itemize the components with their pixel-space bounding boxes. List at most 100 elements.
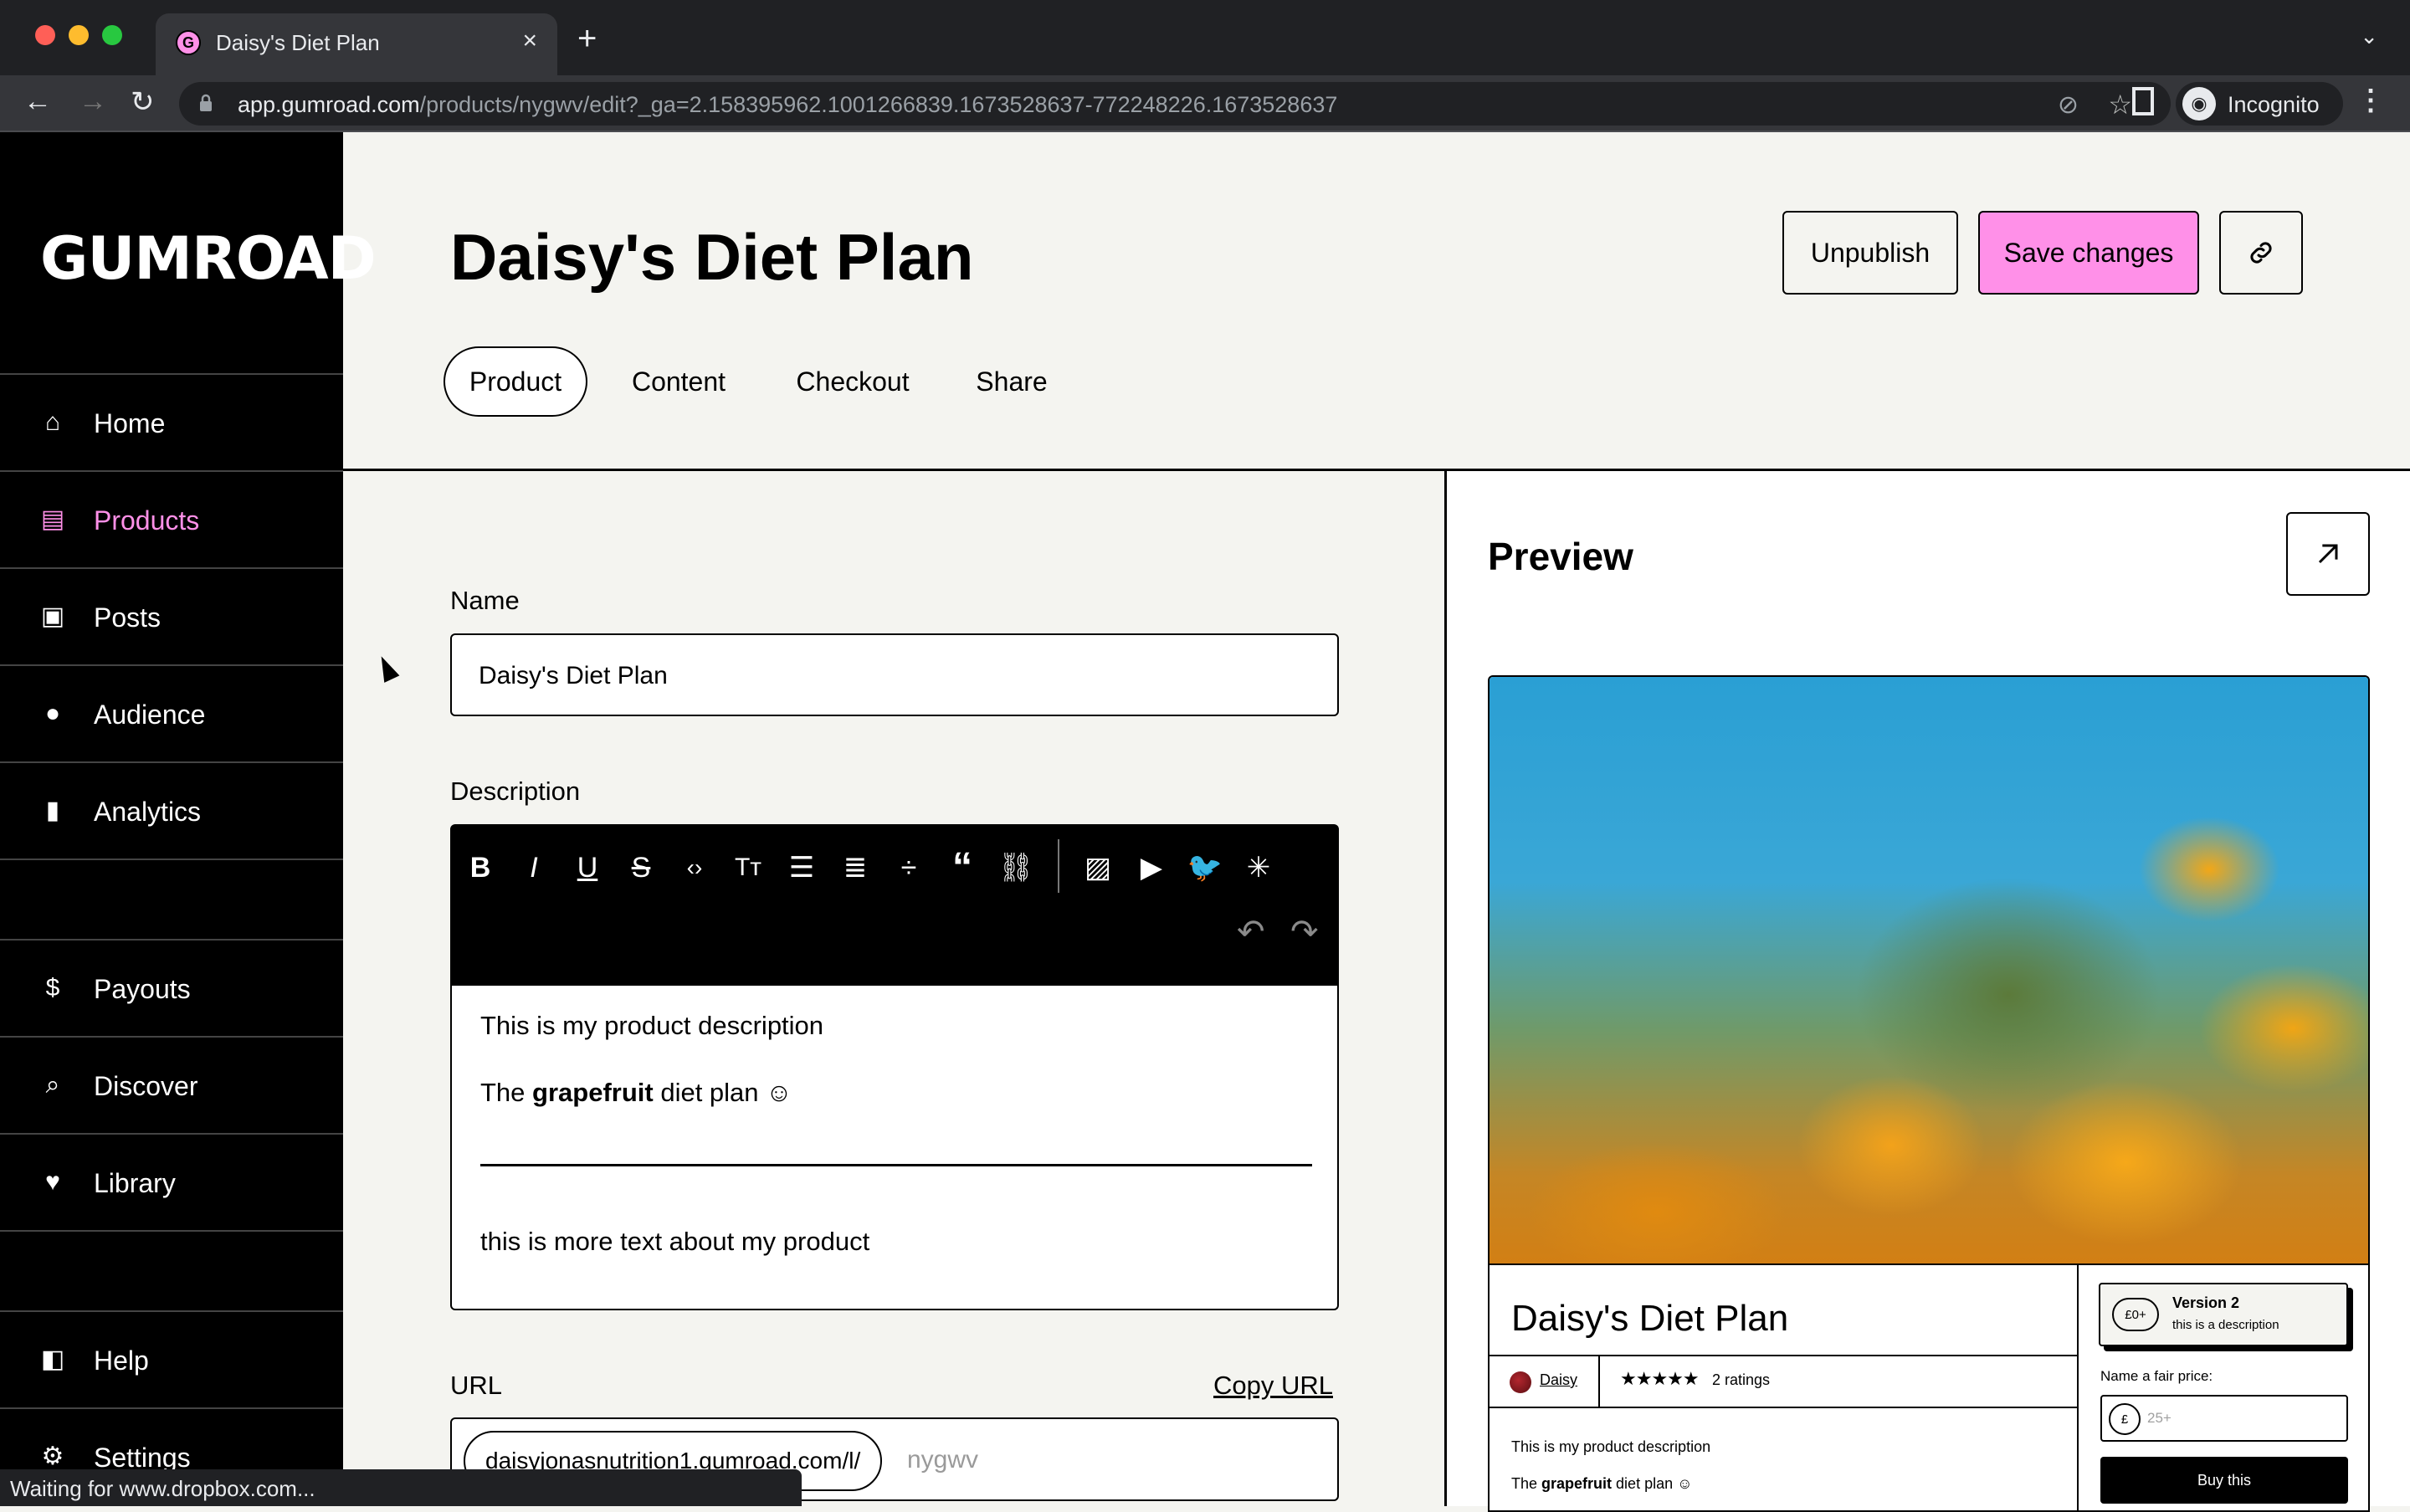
numbered-list-icon[interactable]: ≣ (837, 849, 874, 886)
store-icon: ⌂ (44, 408, 61, 436)
description-editor[interactable]: This is my product description The grape… (450, 986, 1339, 1310)
sidebar-item-posts[interactable]: ▣ Posts (0, 567, 343, 664)
sidebar-item-label: Library (94, 1168, 176, 1198)
description-paragraph: The grapefruit diet plan ☺ (480, 1078, 792, 1108)
sidebar-item-discover[interactable]: ⌕ Discover (0, 1036, 343, 1133)
sidebar-item-products[interactable]: ▤ Products (0, 470, 343, 567)
sidebar-item-label: Audience (94, 700, 206, 730)
sidebar-item-help[interactable]: ◧ Help (0, 1310, 343, 1407)
window-close-button[interactable] (35, 25, 55, 45)
back-arrow-icon[interactable]: ← (23, 85, 52, 118)
people-icon: ● (44, 700, 61, 727)
divider (2077, 1265, 2079, 1510)
product-preview-card: Daisy's Diet Plan Daisy ★★★★★ 2 ratings … (1488, 675, 2370, 1512)
image-icon[interactable]: ▨ (1079, 849, 1116, 886)
reload-icon[interactable]: ↻ (131, 85, 155, 119)
sidebar-item-audience[interactable]: ● Audience (0, 664, 343, 761)
creator-link[interactable]: Daisy (1540, 1371, 1577, 1389)
twitter-icon[interactable]: 🐦 (1187, 849, 1223, 886)
undo-icon[interactable]: ↶ (1237, 913, 1265, 951)
version-price-pill: £0+ (2112, 1298, 2159, 1331)
tab-title: Daisy's Diet Plan (216, 30, 380, 55)
strikethrough-icon[interactable]: S (623, 849, 659, 886)
window-minimize-button[interactable] (69, 25, 89, 45)
bullet-list-icon[interactable]: ☰ (783, 849, 820, 886)
tab-product[interactable]: Product (444, 346, 587, 417)
code-icon[interactable]: ‹› (676, 849, 713, 886)
link-icon[interactable]: ⛓ (997, 849, 1034, 886)
unpublish-button[interactable]: Unpublish (1782, 211, 1958, 295)
window-zoom-button[interactable] (102, 25, 122, 45)
tab-close-icon[interactable]: × (522, 27, 537, 55)
toolbar-separator (1058, 839, 1059, 893)
gumroad-favicon-icon: G (176, 30, 201, 55)
gumroad-logo[interactable]: GUMROAD (40, 224, 377, 293)
preview-product-title: Daisy's Diet Plan (1511, 1298, 1789, 1339)
sidebar-item-label: Posts (94, 602, 162, 633)
name-label: Name (450, 586, 520, 615)
arrow-up-right-icon (2318, 544, 2338, 564)
version-description: this is a description (2172, 1318, 2279, 1332)
redo-icon[interactable]: ↷ (1290, 913, 1319, 951)
sidebar-item-label: Discover (94, 1071, 198, 1101)
gear-icon: ⚙ (41, 1443, 64, 1470)
url-text[interactable]: app.gumroad.com/products/nygwv/edit?_ga=… (238, 92, 1337, 118)
quote-icon[interactable]: “ (944, 848, 981, 888)
text-run: diet plan ☺ (1612, 1475, 1693, 1492)
forward-arrow-icon[interactable]: → (79, 85, 107, 118)
version-option[interactable]: £0+ Version 2 this is a description (2099, 1283, 2348, 1346)
name-input[interactable]: Daisy's Diet Plan (450, 633, 1339, 716)
sidebar-item-home[interactable]: ⌂ Home (0, 373, 343, 470)
copy-url-link[interactable]: Copy URL (1213, 1371, 1333, 1401)
copy-link-button[interactable] (2219, 211, 2303, 295)
document-icon: ▣ (40, 602, 65, 630)
horizontal-rule (480, 1164, 1312, 1166)
eye-off-icon[interactable]: ⊘ (2058, 90, 2079, 120)
browser-tab[interactable]: G Daisy's Diet Plan × (156, 13, 557, 75)
divider (1490, 1355, 2077, 1356)
text-size-icon[interactable]: Tт (730, 849, 767, 886)
underline-icon[interactable]: U (569, 849, 606, 886)
creator-avatar (1510, 1371, 1531, 1393)
sidebar-item-analytics[interactable]: ▮ Analytics (0, 761, 343, 859)
tab-search-chevron-icon[interactable]: ⌄ (2360, 23, 2378, 49)
sidebar-spacer (0, 859, 343, 939)
open-preview-button[interactable] (2286, 512, 2370, 596)
video-icon[interactable]: ▶ (1133, 849, 1170, 886)
sidebar-item-label: Payouts (94, 974, 191, 1004)
text-run: diet plan ☺ (653, 1078, 792, 1107)
preview-description-line: This is my product description (1511, 1438, 1711, 1455)
browser-menu-icon[interactable]: ⋮ (2356, 84, 2385, 117)
sidebar-spacer (0, 1230, 343, 1310)
bookmark-star-icon[interactable]: ☆ (2108, 89, 2132, 120)
sidebar-item-payouts[interactable]: $ Payouts (0, 939, 343, 1036)
cover-image-poppies (1490, 677, 2368, 1265)
version-name: Version 2 (2172, 1294, 2240, 1311)
bold-icon[interactable]: B (462, 849, 499, 886)
bar-chart-icon: ▮ (45, 797, 60, 824)
rating-count: 2 ratings (1712, 1371, 1771, 1388)
sidebar-item-library[interactable]: ♥ Library (0, 1133, 343, 1230)
name-input-value: Daisy's Diet Plan (479, 662, 668, 689)
italic-icon[interactable]: I (515, 849, 552, 886)
horizontal-rule-icon[interactable]: ÷ (890, 849, 927, 886)
save-changes-button[interactable]: Save changes (1978, 211, 2199, 295)
new-tab-button[interactable]: + (577, 20, 597, 58)
link-icon (2250, 242, 2272, 264)
side-panel-icon[interactable] (2132, 87, 2154, 115)
tab-share[interactable]: Share (954, 346, 1069, 417)
tab-checkout[interactable]: Checkout (778, 346, 927, 417)
bold-text-run: grapefruit (1541, 1475, 1613, 1492)
url-label: URL (450, 1371, 503, 1400)
incognito-profile-button[interactable]: ◉ Incognito (2176, 82, 2343, 126)
bookmark-heart-icon: ♥ (45, 1168, 60, 1196)
address-bar[interactable]: app.gumroad.com/products/nygwv/edit?_ga=… (179, 82, 2171, 126)
tab-content[interactable]: Content (611, 346, 746, 417)
rich-text-toolbar: B I U S ‹› Tт ☰ ≣ ÷ “ ⛓ ▨ ▶ 🐦 ✳ ↶ ↷ (450, 824, 1339, 986)
url-slug-placeholder: nygwv (907, 1446, 979, 1474)
buy-this-button[interactable]: Buy this (2100, 1457, 2348, 1504)
fair-price-input[interactable]: £ 25+ (2100, 1395, 2348, 1442)
sidebar-item-label: Home (94, 408, 166, 438)
description-label: Description (450, 777, 581, 806)
embed-sparkle-icon[interactable]: ✳ (1240, 849, 1277, 886)
